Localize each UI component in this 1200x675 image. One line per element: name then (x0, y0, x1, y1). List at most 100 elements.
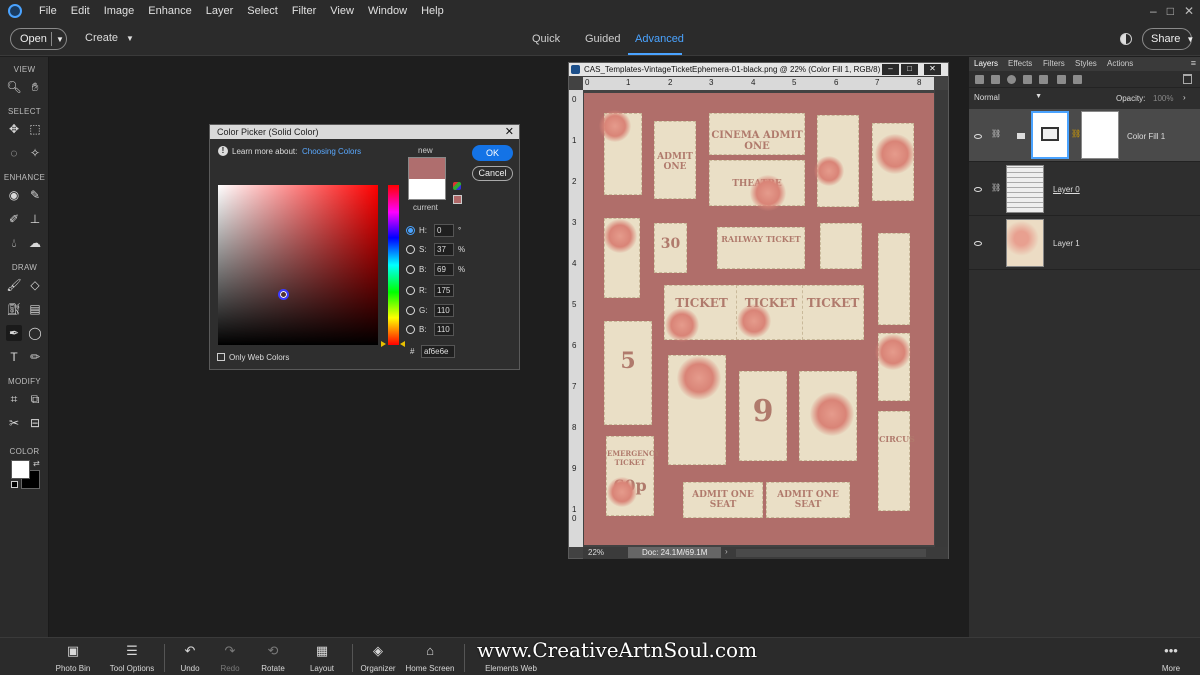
hue-slider-handle-left[interactable] (381, 341, 386, 347)
paint-bucket-icon[interactable]: ⛽︎ (6, 301, 22, 317)
layer-thumbnail[interactable] (1006, 165, 1044, 213)
hue-input[interactable]: 0 (434, 224, 454, 237)
close-icon[interactable]: ✕ (1184, 4, 1194, 18)
blue-radio[interactable] (406, 325, 415, 334)
trash-icon[interactable] (1183, 74, 1192, 84)
document-info[interactable]: Doc: 24.1M/69.1M (628, 547, 721, 558)
brightness-radio[interactable] (406, 265, 415, 274)
pencil-tool-icon[interactable]: ✏︎ (27, 349, 43, 365)
layer-thumbnail[interactable] (1006, 219, 1044, 267)
green-radio[interactable] (406, 306, 415, 315)
organizer-button[interactable]: ◈ Organizer (350, 642, 406, 673)
opacity-input[interactable]: 100% (1153, 94, 1173, 103)
link-layers-icon[interactable] (1073, 75, 1082, 84)
home-screen-button[interactable]: ⌂ Home Screen (402, 642, 458, 673)
content-aware-move-icon[interactable]: ✂︎ (6, 415, 22, 431)
gradient-tool-icon[interactable]: ▤ (27, 301, 43, 317)
swap-colors-icon[interactable]: ⇄ (33, 459, 40, 468)
share-button[interactable]: Share ▼ (1142, 28, 1194, 50)
fill-thumbnail[interactable] (1031, 111, 1069, 159)
sponge-tool-icon[interactable]: ☁︎ (27, 235, 43, 251)
blend-mode-select[interactable]: Normal ▼ (974, 93, 1042, 102)
web-safe-color-icon[interactable] (453, 195, 462, 204)
tab-quick[interactable]: Quick (532, 33, 560, 45)
chevron-down-icon[interactable]: ▼ (52, 35, 64, 44)
mask-thumbnail[interactable] (1081, 111, 1119, 159)
saturation-input[interactable]: 37 (434, 243, 454, 256)
red-radio[interactable] (406, 286, 415, 295)
marquee-tool-icon[interactable]: ⬚ (27, 121, 43, 137)
type-tool-icon[interactable]: T (6, 349, 22, 365)
blue-input[interactable]: 110 (434, 323, 454, 336)
gamut-warning-icon[interactable] (453, 182, 461, 190)
adjustment-layer-icon[interactable] (1007, 75, 1016, 84)
layer-row[interactable]: ⛓︎ ⛓︎ Color Fill 1 (969, 109, 1200, 162)
maximize-icon[interactable]: □ (901, 64, 918, 75)
minimize-icon[interactable]: – (1150, 4, 1157, 18)
visibility-eye-icon[interactable] (974, 187, 982, 192)
mask-link-icon[interactable]: ⛓︎ (1071, 129, 1081, 138)
color-marker[interactable] (278, 289, 289, 300)
menu-layer[interactable]: Layer (199, 5, 241, 17)
menu-help[interactable]: Help (414, 5, 451, 17)
default-colors-icon[interactable] (11, 481, 18, 488)
menu-select[interactable]: Select (240, 5, 285, 17)
ok-button[interactable]: OK (472, 145, 513, 161)
zoom-tool-icon[interactable]: 🔍︎ (6, 79, 22, 95)
tab-filters[interactable]: Filters (1043, 59, 1065, 68)
layer-row[interactable]: Layer 1 (969, 217, 1200, 270)
foreground-color-swatch[interactable] (11, 460, 30, 479)
saturation-brightness-field[interactable] (218, 185, 378, 345)
lock-transparency-icon[interactable] (1039, 75, 1048, 84)
panel-menu-icon[interactable]: ≡ (1191, 58, 1196, 68)
smart-brush-icon[interactable]: ✐ (6, 211, 22, 227)
vertical-scrollbar[interactable] (935, 90, 948, 547)
only-web-colors-checkbox[interactable] (217, 353, 225, 361)
visibility-eye-icon[interactable] (974, 134, 982, 139)
saturation-radio[interactable] (406, 245, 415, 254)
current-color-swatch[interactable] (408, 179, 446, 200)
choosing-colors-link[interactable]: Choosing Colors (302, 147, 361, 156)
document-titlebar[interactable]: CAS_Templates-VintageTicketEphemera-01-b… (569, 63, 948, 76)
lasso-tool-icon[interactable]: ◌ (6, 145, 22, 161)
brush-tool-icon[interactable]: 🖌︎ (6, 277, 22, 293)
spot-healing-icon[interactable]: ✎ (27, 187, 43, 203)
menu-file[interactable]: File (32, 5, 64, 17)
menu-view[interactable]: View (323, 5, 361, 17)
menu-window[interactable]: Window (361, 5, 414, 17)
eraser-tool-icon[interactable]: ◇ (27, 277, 43, 293)
tab-advanced[interactable]: Advanced (635, 33, 684, 45)
create-button[interactable]: Create ▼ (85, 32, 134, 44)
maximize-icon[interactable]: □ (1167, 4, 1174, 18)
minimize-icon[interactable]: – (882, 64, 899, 75)
horizontal-scrollbar[interactable] (736, 549, 926, 557)
hue-slider-handle-right[interactable] (400, 341, 405, 347)
tab-layers[interactable]: Layers (974, 59, 998, 68)
chevron-right-icon[interactable]: › (725, 547, 728, 556)
more-button[interactable]: ••• More (1143, 642, 1199, 673)
shape-tool-icon[interactable]: ◯ (27, 325, 43, 341)
straighten-tool-icon[interactable]: ⊟ (27, 415, 43, 431)
magic-wand-icon[interactable]: ✧ (27, 145, 43, 161)
layout-button[interactable]: ▦ Layout (294, 642, 350, 673)
new-group-icon[interactable] (991, 75, 1000, 84)
close-icon[interactable]: ✕ (924, 64, 941, 75)
tab-actions[interactable]: Actions (1107, 59, 1133, 68)
new-layer-icon[interactable] (975, 75, 984, 84)
layer-mask-icon[interactable] (1023, 75, 1032, 84)
hex-input[interactable]: af6e6e (421, 345, 455, 358)
red-eye-tool-icon[interactable]: ◉ (6, 187, 22, 203)
hue-slider[interactable] (388, 185, 399, 345)
open-button[interactable]: Open ▼ (10, 28, 67, 50)
crop-tool-icon[interactable]: ⌗ (6, 391, 22, 407)
visibility-eye-icon[interactable] (974, 241, 982, 246)
layer-row[interactable]: ⛓︎ Layer 0 (969, 163, 1200, 216)
menu-edit[interactable]: Edit (64, 5, 97, 17)
photo-bin-button[interactable]: ▣ Photo Bin (45, 642, 101, 673)
menu-image[interactable]: Image (97, 5, 142, 17)
green-input[interactable]: 110 (434, 304, 454, 317)
menu-filter[interactable]: Filter (285, 5, 323, 17)
clone-stamp-icon[interactable]: ⊥ (27, 211, 43, 227)
rotate-button[interactable]: ⟲ Rotate (245, 642, 301, 673)
red-input[interactable]: 175 (434, 284, 454, 297)
